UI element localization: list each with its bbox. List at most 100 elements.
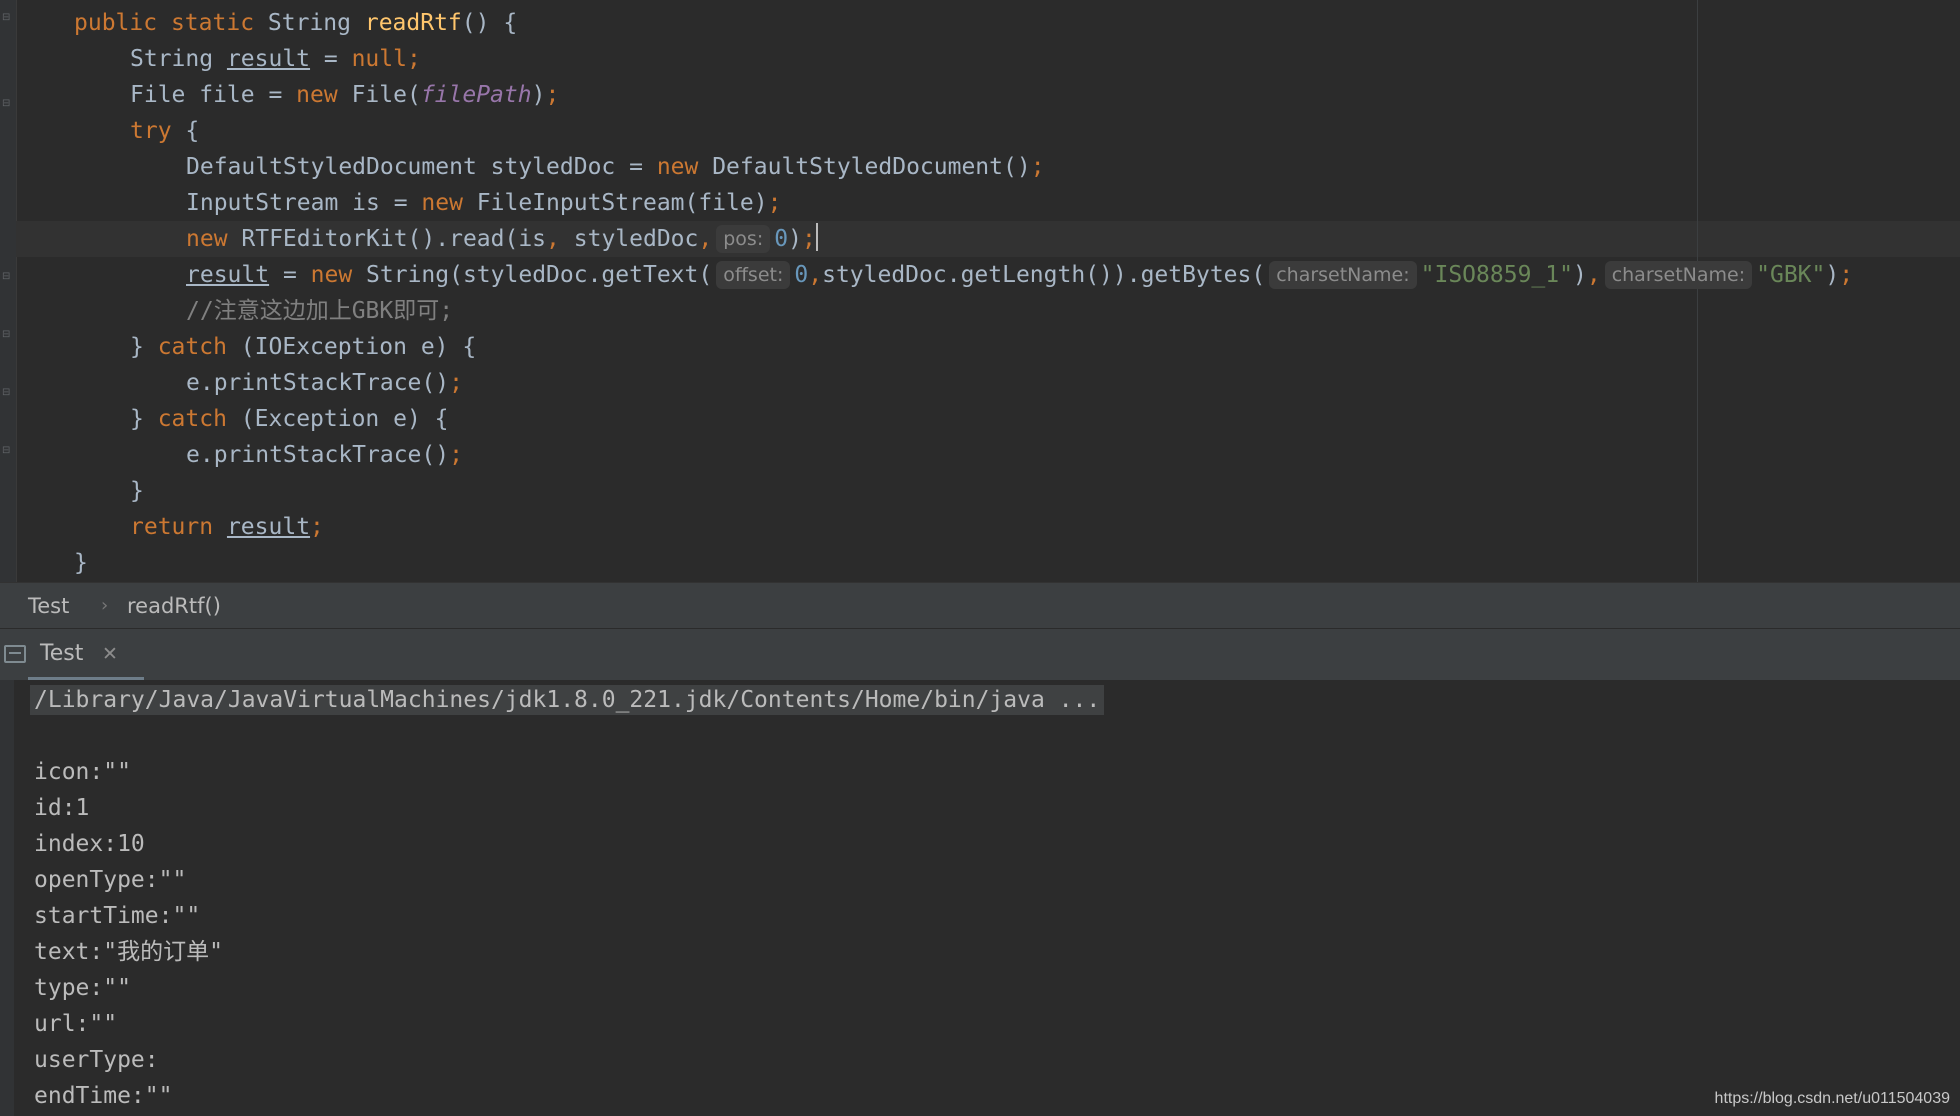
comma: ,: [698, 226, 713, 252]
fold-marker-icon[interactable]: ⊟: [2, 388, 12, 398]
console-output-line: startTime:"": [34, 903, 201, 929]
console-output-line: index:10: [34, 831, 145, 857]
semicolon: ;: [767, 190, 782, 216]
keyword: null: [351, 46, 407, 72]
parameter-hint: charsetName:: [1269, 261, 1417, 289]
code-text: {: [171, 118, 200, 144]
editor-gutter: ⊟ ⊟ ⊟ ⊟ ⊟ ⊟: [0, 0, 17, 582]
code-editor[interactable]: ⊟ ⊟ ⊟ ⊟ ⊟ ⊟ public static String readRtf…: [0, 0, 1960, 582]
code-line[interactable]: result = new String(styledDoc.getText(of…: [186, 257, 1853, 293]
code-text: }: [130, 478, 144, 504]
watermark: https://blog.csdn.net/u011504039: [1714, 1090, 1950, 1107]
semicolon: ;: [1030, 154, 1045, 180]
semicolon: ;: [801, 226, 816, 252]
fold-marker-icon[interactable]: ⊟: [2, 13, 12, 23]
code-text: String: [267, 10, 365, 36]
fold-marker-icon[interactable]: ⊟: [2, 446, 12, 456]
keyword: static: [170, 10, 255, 36]
code-text: ): [788, 226, 802, 252]
semicolon: ;: [545, 82, 560, 108]
code-line[interactable]: e.printStackTrace();: [186, 437, 463, 473]
close-icon[interactable]: ✕: [102, 629, 118, 679]
keyword: new: [186, 226, 228, 252]
parameter-hint: charsetName:: [1604, 261, 1753, 289]
parameter-hint: pos:: [716, 225, 771, 253]
fold-marker-icon[interactable]: ⊟: [2, 330, 12, 340]
code-line[interactable]: } catch (Exception e) {: [130, 401, 449, 437]
code-text: () {: [461, 10, 518, 36]
code-line[interactable]: }: [130, 473, 144, 509]
keyword: new: [310, 262, 353, 288]
code-line[interactable]: } catch (IOException e) {: [130, 329, 476, 365]
code-text: File file =: [130, 82, 297, 108]
code-text: InputStream is =: [186, 190, 422, 216]
fold-marker-icon[interactable]: ⊟: [2, 99, 12, 109]
semicolon: ;: [1839, 262, 1854, 288]
code-line[interactable]: new RTFEditorKit().read(is, styledDoc, po…: [186, 221, 818, 257]
code-line[interactable]: String result = null;: [130, 41, 421, 77]
number-literal: 0: [774, 226, 789, 252]
code-text: =: [310, 46, 352, 72]
code-text: ): [531, 82, 546, 108]
console-output-line: icon:"": [34, 759, 131, 785]
code-line[interactable]: public static String readRtf() {: [74, 5, 517, 41]
code-text: RTFEditorKit().read(is: [227, 226, 547, 252]
code-line[interactable]: e.printStackTrace();: [186, 365, 463, 401]
run-console-icon: [4, 645, 26, 663]
code-line[interactable]: return result;: [130, 509, 324, 545]
comma: ,: [1586, 262, 1601, 288]
console-output-line: url:"": [34, 1011, 118, 1037]
keyword: new: [296, 82, 338, 108]
code-text: ): [1572, 262, 1587, 288]
breadcrumb-method[interactable]: readRtf(): [127, 583, 221, 629]
code-text: e.printStackTrace(): [186, 370, 450, 396]
run-console[interactable]: /Library/Java/JavaVirtualMachines/jdk1.8…: [0, 680, 1960, 1116]
code-text: FileInputStream(file): [462, 190, 768, 216]
console-output-line: text:"我的订单": [34, 939, 223, 965]
console-output-line: openType:"": [34, 867, 187, 893]
run-tool-window-header: Test ✕: [0, 628, 1960, 681]
text-caret: [815, 223, 818, 251]
string-literal: "GBK": [1756, 262, 1826, 288]
variable: result: [226, 514, 311, 540]
breadcrumb-class[interactable]: Test: [28, 583, 69, 629]
code-line[interactable]: DefaultStyledDocument styledDoc = new De…: [186, 149, 1045, 185]
code-text: (Exception e) {: [226, 406, 449, 432]
console-output-line: endTime:"": [34, 1083, 173, 1109]
code-text: styledDoc.getLength()).getBytes(: [822, 262, 1266, 288]
field-reference: filePath: [420, 82, 532, 108]
code-line[interactable]: try {: [130, 113, 199, 149]
semicolon: ;: [449, 370, 463, 396]
tab-label: Test: [40, 641, 84, 666]
code-line[interactable]: //注意这边加上GBK即可;: [186, 293, 453, 329]
console-command-line: /Library/Java/JavaVirtualMachines/jdk1.8…: [30, 682, 1105, 718]
fold-marker-icon[interactable]: ⊟: [2, 272, 12, 282]
tab-test[interactable]: Test ✕: [28, 629, 144, 681]
java-command: /Library/Java/JavaVirtualMachines/jdk1.8…: [30, 685, 1105, 715]
code-line[interactable]: }: [74, 545, 88, 581]
number-literal: 0: [794, 262, 809, 288]
comma: ,: [546, 226, 560, 252]
semicolon: ;: [310, 514, 324, 540]
code-text: }: [130, 334, 158, 360]
code-text: File(: [337, 82, 421, 108]
code-text: DefaultStyledDocument(): [698, 154, 1031, 180]
code-text: =: [269, 262, 311, 288]
variable: result: [186, 262, 270, 288]
string-literal: "ISO8859_1": [1420, 262, 1573, 288]
semicolon: ;: [406, 46, 421, 72]
keyword: catch: [157, 406, 227, 432]
code-line[interactable]: File file = new File(filePath);: [130, 77, 559, 113]
keyword: public: [74, 10, 158, 36]
code-text: ): [1825, 262, 1840, 288]
code-line[interactable]: InputStream is = new FileInputStream(fil…: [186, 185, 781, 221]
code-text: }: [74, 550, 88, 576]
code-text: String(styledDoc.getText(: [352, 262, 713, 288]
console-output-line: id:1: [34, 795, 90, 821]
breadcrumb: Test › readRtf(): [0, 582, 1960, 629]
console-gutter: [0, 680, 14, 1116]
chevron-right-icon: ›: [101, 595, 109, 616]
method-name: readRtf: [364, 10, 462, 36]
